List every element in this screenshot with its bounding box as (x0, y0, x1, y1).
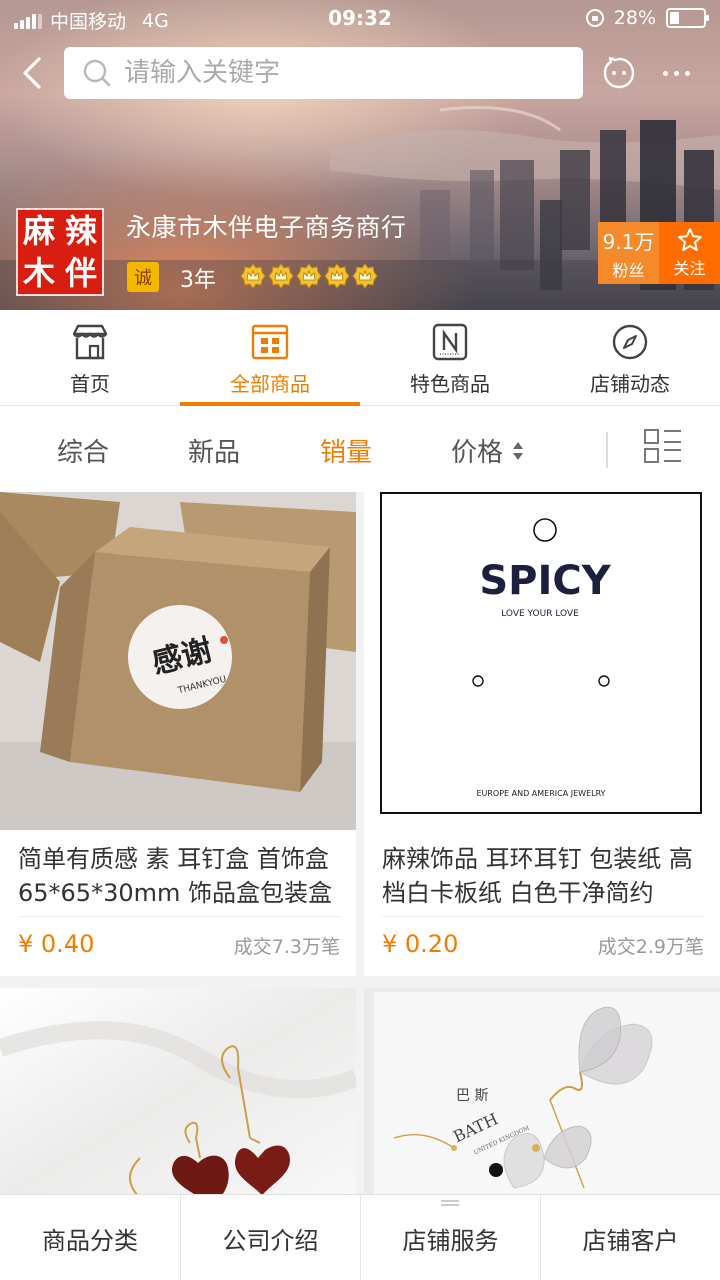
shop-nav-tabs: 首页 全部商品 特色商品 店铺动态 (0, 310, 720, 406)
grid-box-icon (251, 324, 289, 360)
crown-icon (240, 263, 266, 289)
logo-char: 辣 (64, 212, 97, 250)
fans-label: 粉丝 (612, 260, 645, 280)
tab-home[interactable]: 首页 (0, 310, 180, 406)
card-tagline: LOVE YOUR LOVE (501, 609, 579, 619)
new-badge-icon (432, 323, 468, 361)
back-button[interactable] (12, 52, 52, 94)
follow-button[interactable]: 关注 (659, 222, 720, 284)
tab-all-products-label: 全部商品 (230, 372, 310, 396)
product-price: ¥ 0.40 (18, 930, 95, 958)
menu-shop-service[interactable]: 店铺服务 (360, 1195, 540, 1280)
search-input[interactable] (124, 58, 574, 88)
sort-arrows-icon (513, 441, 524, 460)
fans-follow-box: 9.1万 粉丝 关注 (598, 222, 720, 284)
compass-icon (612, 324, 648, 360)
product-card[interactable]: 巴 斯 BATH UNITED KINGDOM (364, 988, 720, 1198)
tab-featured[interactable]: 特色商品 (360, 310, 540, 406)
product-card[interactable] (0, 988, 356, 1198)
status-bar: 中国移动 4G 09:32 28% (0, 0, 720, 36)
storefront-icon (72, 324, 108, 360)
fans-count: 9.1万 (602, 229, 655, 254)
shop-name[interactable]: 永康市木伴电子商务商行 (126, 208, 407, 244)
product-card[interactable]: 感谢 THANKYOU 简单有质感 素 耳钉盒 首饰盒65*65*30mm 饰品… (0, 492, 356, 976)
crown-icon (296, 263, 322, 289)
sort-divider (606, 432, 608, 468)
rotation-lock-icon (585, 9, 604, 27)
integrity-badge: 诚 (127, 262, 159, 292)
more-options-button[interactable] (656, 56, 696, 90)
card-footer: EUROPE AND AMERICA JEWELRY (476, 789, 605, 798)
star-icon (677, 228, 702, 251)
tab-shop-updates[interactable]: 店铺动态 (540, 310, 720, 406)
tab-shop-updates-label: 店铺动态 (590, 372, 670, 396)
sort-newest[interactable]: 新品 (188, 432, 240, 469)
menu-product-categories[interactable]: 商品分类 (0, 1195, 180, 1280)
sort-comprehensive[interactable]: 综合 (57, 432, 109, 469)
product-image-gift-box: 感谢 THANKYOU (0, 492, 356, 830)
chevron-left-icon (23, 57, 41, 89)
battery-level-fill (670, 12, 679, 24)
search-icon (83, 59, 111, 87)
tab-featured-label: 特色商品 (410, 372, 490, 396)
crown-icon (268, 263, 294, 289)
list-layout-icon[interactable] (644, 428, 682, 464)
crown-rating (240, 263, 378, 289)
card-divider (382, 916, 704, 917)
shop-banner: 中国移动 4G 09:32 28% 麻 辣 木 伴 永康市木伴电子商务商行 诚 … (0, 0, 720, 310)
logo-char: 伴 (64, 254, 97, 292)
card-divider (18, 916, 340, 917)
crown-icon (352, 263, 378, 289)
fans-count-box: 9.1万 粉丝 (598, 222, 659, 284)
drag-handle[interactable] (441, 1200, 459, 1206)
follow-label: 关注 (673, 259, 706, 278)
product-image-heart-earrings (0, 988, 356, 1198)
chat-bot-icon[interactable] (602, 56, 636, 90)
sort-sales[interactable]: 销量 (320, 432, 372, 469)
product-card[interactable]: SPICY LOVE YOUR LOVE EUROPE AND AMERICA … (364, 492, 720, 976)
search-bar[interactable] (64, 47, 583, 99)
shop-years: 3年 (180, 268, 216, 293)
logo-char: 麻 (22, 212, 55, 250)
sort-bar: 综合 新品 销量 价格 (0, 406, 720, 492)
product-price: ¥ 0.20 (382, 930, 459, 958)
crown-icon (324, 263, 350, 289)
bottom-menu-bar: 商品分类 公司介绍 店铺服务 店铺客户 (0, 1194, 720, 1280)
product-title: 简单有质感 素 耳钉盒 首饰盒65*65*30mm 饰品盒包装盒 (18, 845, 333, 907)
battery-percent: 28% (613, 7, 656, 29)
sort-price-label: 价格 (451, 438, 504, 468)
product-sold-count: 成交7.3万笔 (233, 936, 340, 958)
book-cn-title: 巴 斯 (456, 1088, 488, 1104)
sort-price[interactable]: 价格 (451, 432, 525, 469)
product-title: 麻辣饰品 耳环耳钉 包装纸 高档白卡板纸 白色干净简约 (382, 845, 693, 907)
product-image-jewelry-card: SPICY LOVE YOUR LOVE EUROPE AND AMERICA … (364, 492, 720, 830)
product-sold-count: 成交2.9万笔 (597, 936, 704, 958)
logo-char: 木 (22, 254, 55, 292)
shop-logo[interactable]: 麻 辣 木 伴 (16, 208, 104, 296)
tab-home-label: 首页 (70, 372, 110, 396)
menu-company-intro[interactable]: 公司介绍 (180, 1195, 360, 1280)
card-brand: SPICY (479, 558, 611, 604)
battery-icon (666, 8, 709, 28)
tab-all-products[interactable]: 全部商品 (180, 310, 360, 406)
menu-shop-customers[interactable]: 店铺客户 (540, 1195, 720, 1280)
product-image-wing-earrings: 巴 斯 BATH UNITED KINGDOM (364, 988, 720, 1198)
